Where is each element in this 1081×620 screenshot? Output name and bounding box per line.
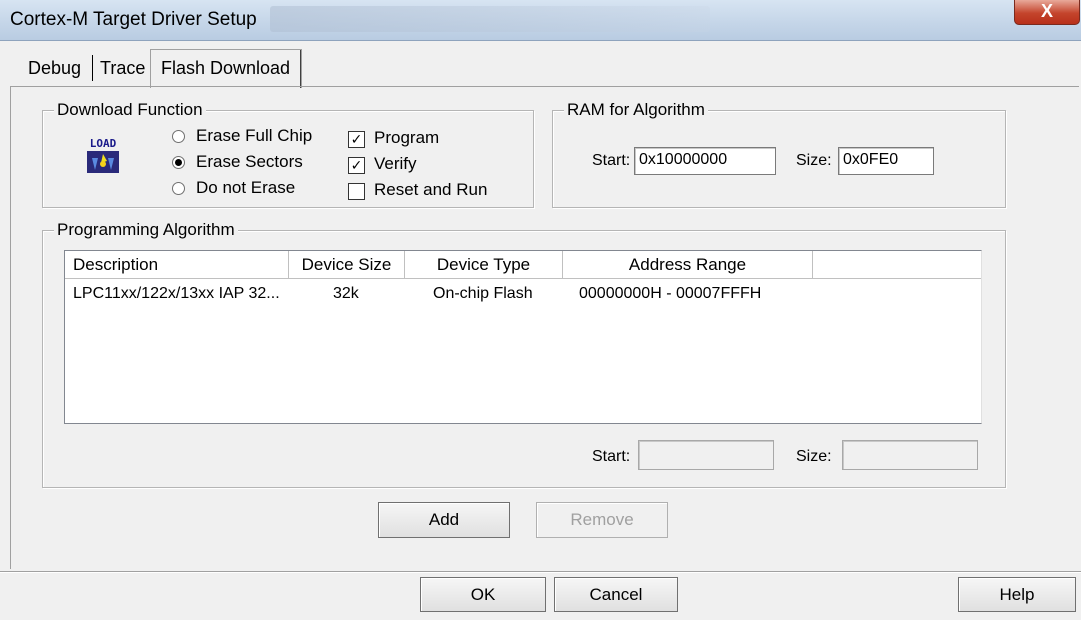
do-not-erase-radio[interactable] [172,182,185,195]
ram-size-input[interactable]: 0x0FE0 [838,147,934,175]
column-header-empty [813,251,981,279]
cancel-button[interactable]: Cancel [554,577,678,612]
ram-size-label: Size: [796,152,832,169]
verify-label: Verify [374,154,417,173]
help-button[interactable]: Help [958,577,1076,612]
download-function-title: Download Function [54,100,206,120]
erase-sectors-label: Erase Sectors [196,152,303,171]
table-row[interactable]: LPC11xx/122x/13xx IAP 32... 32k On-chip … [65,281,981,305]
column-header-device-size[interactable]: Device Size [289,251,405,279]
tab-flash-download-label: Flash Download [161,58,291,78]
cell-device-size: 32k [333,285,359,302]
ram-start-label: Start: [592,152,631,169]
reset-and-run-checkbox[interactable] [348,183,365,200]
add-button[interactable]: Add [378,502,510,538]
tab-trace[interactable]: Trace [94,52,151,84]
reset-and-run-label: Reset and Run [374,180,488,199]
programming-algorithm-title: Programming Algorithm [54,220,238,240]
cell-device-type: On-chip Flash [433,285,533,302]
erase-sectors-radio[interactable] [172,156,185,169]
column-header-address-range[interactable]: Address Range [563,251,813,279]
tab-flash-download[interactable]: Flash Download [150,49,302,88]
algorithm-start-input[interactable] [638,440,774,470]
svg-text:LOAD: LOAD [90,137,117,150]
do-not-erase-label: Do not Erase [196,178,296,197]
column-header-description[interactable]: Description [65,251,289,279]
cell-address-range: 00000000H - 00007FFFH [579,285,762,302]
column-header-device-type[interactable]: Device Type [405,251,563,279]
algorithm-list[interactable]: Description Device Size Device Type Addr… [64,250,982,424]
program-label: Program [374,128,440,147]
algorithm-size-input[interactable] [842,440,978,470]
window-title: Cortex-M Target Driver Setup [10,9,257,30]
footer-divider-highlight [0,572,1081,573]
remove-button[interactable]: Remove [536,502,668,538]
verify-checkbox[interactable]: ✓ [348,157,365,174]
title-bar-background [270,6,710,32]
cell-description: LPC11xx/122x/13xx IAP 32... [73,285,280,302]
erase-full-chip-radio[interactable] [172,130,185,143]
algorithm-size-label: Size: [796,448,832,465]
algorithm-start-label: Start: [592,448,631,465]
program-checkbox[interactable]: ✓ [348,131,365,148]
ram-start-input[interactable]: 0x10000000 [634,147,776,175]
tab-debug[interactable]: Debug [22,52,87,84]
title-bar: Cortex-M Target Driver Setup X [0,0,1081,41]
load-icon: LOAD [80,136,126,176]
tab-separator [92,55,93,81]
erase-full-chip-label: Erase Full Chip [196,126,313,145]
ok-button[interactable]: OK [420,577,546,612]
close-button[interactable]: X [1014,0,1080,25]
ram-for-algorithm-title: RAM for Algorithm [564,100,708,120]
